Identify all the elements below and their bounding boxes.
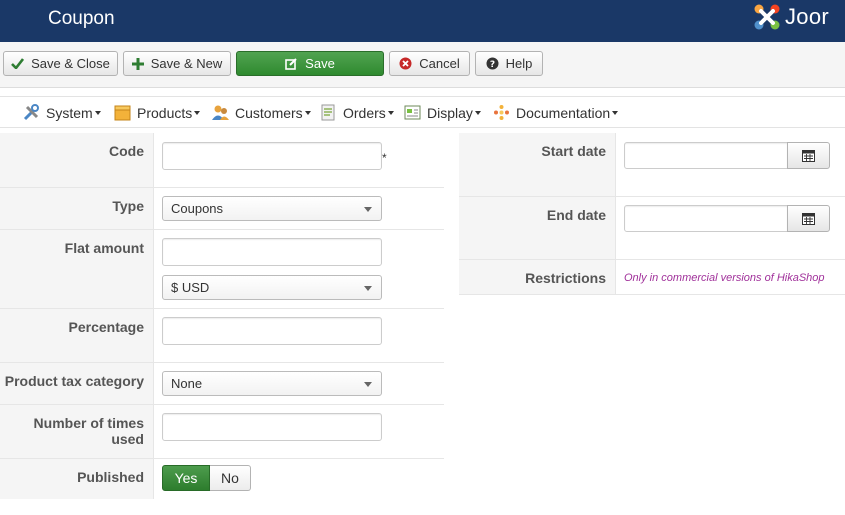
menu-orders[interactable]: Orders bbox=[320, 97, 394, 128]
restrictions-note: Only in commercial versions of HikaShop bbox=[624, 272, 825, 284]
menu-documentation[interactable]: Documentation bbox=[493, 97, 619, 128]
end-date-label: End date bbox=[459, 197, 616, 259]
end-date-input[interactable] bbox=[624, 205, 788, 232]
menu-products[interactable]: Products bbox=[114, 97, 201, 128]
tax-category-select-value: None bbox=[171, 376, 203, 391]
chevron-down-icon bbox=[474, 110, 481, 115]
currency-select[interactable]: $ USD bbox=[162, 275, 382, 300]
tax-category-select[interactable]: None bbox=[162, 371, 382, 396]
start-date-label: Start date bbox=[459, 133, 616, 196]
check-icon bbox=[11, 58, 25, 69]
help-label: Help bbox=[505, 56, 533, 71]
flat-amount-input[interactable] bbox=[162, 238, 382, 266]
times-used-row: Number of times used bbox=[0, 405, 444, 459]
type-select[interactable]: Coupons bbox=[162, 196, 382, 221]
percentage-label: Percentage bbox=[0, 309, 154, 362]
menu-customers-label: Customers bbox=[235, 104, 303, 121]
save-new-button[interactable]: Save & New bbox=[123, 51, 231, 76]
chevron-down-icon bbox=[387, 110, 394, 115]
display-icon bbox=[404, 105, 421, 120]
tax-category-row: Product tax category None bbox=[0, 363, 444, 405]
menu-system-label: System bbox=[46, 104, 93, 121]
chevron-down-icon bbox=[304, 110, 311, 115]
published-toggle: Yes No bbox=[162, 465, 251, 491]
chevron-down-icon bbox=[612, 110, 619, 115]
cancel-button[interactable]: Cancel bbox=[389, 51, 470, 76]
hikashop-menu-bar: System Products Customers Orders Display… bbox=[0, 96, 845, 128]
start-date-row: Start date bbox=[459, 133, 845, 197]
code-row: Code * bbox=[0, 133, 444, 188]
chevron-down-icon bbox=[94, 110, 101, 115]
chevron-down-icon bbox=[194, 110, 201, 115]
code-input[interactable] bbox=[162, 142, 382, 170]
restrictions-label: Restrictions bbox=[459, 260, 616, 294]
docs-icon bbox=[494, 105, 509, 120]
type-row: Type Coupons bbox=[0, 188, 444, 230]
percentage-input[interactable] bbox=[162, 317, 382, 345]
help-button[interactable]: ? Help bbox=[475, 51, 543, 76]
edit-icon bbox=[285, 57, 297, 70]
toolbar: Save & Close Save & New Save Cancel ? He… bbox=[0, 42, 845, 88]
percentage-row: Percentage bbox=[0, 309, 444, 363]
start-date-input[interactable] bbox=[624, 142, 788, 169]
svg-text:?: ? bbox=[490, 60, 495, 70]
menu-documentation-label: Documentation bbox=[516, 104, 611, 121]
save-close-label: Save & Close bbox=[31, 56, 110, 71]
menu-system[interactable]: System bbox=[23, 97, 101, 128]
published-yes-button[interactable]: Yes bbox=[162, 465, 210, 491]
cancel-icon bbox=[399, 57, 412, 70]
menu-display[interactable]: Display bbox=[404, 97, 481, 128]
published-no-button[interactable]: No bbox=[210, 465, 251, 491]
menu-orders-label: Orders bbox=[343, 104, 386, 121]
chevron-down-icon bbox=[364, 382, 372, 387]
end-date-row: End date bbox=[459, 197, 845, 260]
menu-customers[interactable]: Customers bbox=[212, 97, 311, 128]
currency-select-value: $ USD bbox=[171, 280, 210, 295]
page-title: Coupon bbox=[48, 8, 115, 29]
joomla-logo[interactable]: Joor bbox=[752, 2, 829, 32]
flat-amount-label: Flat amount bbox=[0, 230, 154, 308]
flat-amount-row: Flat amount $ USD bbox=[0, 230, 444, 309]
calendar-icon bbox=[802, 149, 815, 162]
calendar-icon bbox=[802, 212, 815, 225]
type-label: Type bbox=[0, 188, 154, 229]
chevron-down-icon bbox=[364, 286, 372, 291]
published-label: Published bbox=[0, 459, 154, 499]
menu-display-label: Display bbox=[427, 104, 473, 121]
save-close-button[interactable]: Save & Close bbox=[3, 51, 118, 76]
app-header: Coupon Joor bbox=[0, 0, 845, 42]
menu-products-label: Products bbox=[137, 104, 193, 121]
chevron-down-icon bbox=[364, 207, 372, 212]
plus-icon bbox=[131, 57, 144, 70]
tax-category-label: Product tax category bbox=[0, 363, 154, 404]
start-date-calendar-button[interactable] bbox=[787, 142, 830, 169]
box-icon bbox=[114, 105, 131, 121]
code-label: Code bbox=[0, 133, 154, 187]
required-mark: * bbox=[382, 151, 387, 165]
orders-icon bbox=[321, 104, 335, 121]
logo-text: Joor bbox=[785, 4, 829, 29]
joomla-logo-icon bbox=[754, 4, 780, 30]
users-icon bbox=[212, 105, 229, 120]
end-date-calendar-button[interactable] bbox=[787, 205, 830, 232]
save-label: Save bbox=[305, 56, 335, 71]
save-new-label: Save & New bbox=[150, 56, 223, 71]
type-select-value: Coupons bbox=[171, 201, 224, 216]
help-icon: ? bbox=[486, 57, 499, 70]
cancel-label: Cancel bbox=[419, 56, 460, 71]
tools-icon bbox=[23, 104, 39, 121]
times-used-input[interactable] bbox=[162, 413, 382, 441]
restrictions-row: Restrictions Only in commercial versions… bbox=[459, 260, 845, 295]
save-button[interactable]: Save bbox=[236, 51, 384, 76]
times-used-label: Number of times used bbox=[0, 405, 154, 458]
